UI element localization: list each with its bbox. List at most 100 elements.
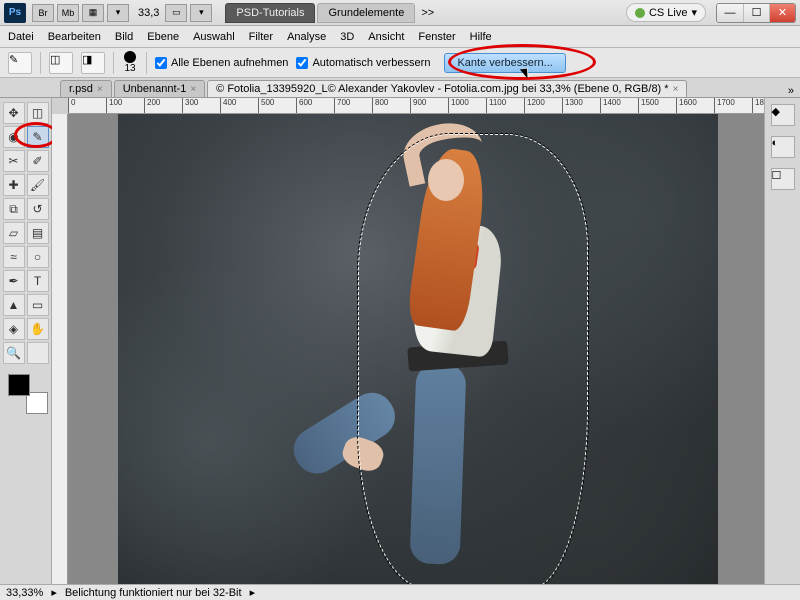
checkbox-input[interactable] (296, 57, 308, 69)
foreground-color[interactable] (8, 374, 30, 396)
refine-edge-button[interactable]: Kante verbessern... (444, 53, 565, 73)
document-tabs: r.psd× Unbenannt-1× © Fotolia_13395920_L… (0, 78, 800, 98)
close-button[interactable]: ✕ (769, 4, 795, 22)
menu-hilfe[interactable]: Hilfe (470, 31, 492, 43)
menu-analyse[interactable]: Analyse (287, 31, 326, 43)
bridge-button[interactable]: Br (32, 4, 54, 22)
window-controls: ― ☐ ✕ (716, 3, 796, 23)
tool-quick-select[interactable]: ✎ (27, 126, 49, 148)
doc-tab-active[interactable]: © Fotolia_13395920_L© Alexander Yakovlev… (207, 80, 687, 97)
view-extras-button[interactable]: ▭ (165, 4, 187, 22)
menu-fenster[interactable]: Fenster (418, 31, 455, 43)
status-message: Belichtung funktioniert nur bei 32-Bit (65, 587, 242, 599)
minibridge-button[interactable]: Mb (57, 4, 79, 22)
tool-3d[interactable]: ◈ (3, 318, 25, 340)
options-bar: ✎ ◫ ◨ 13 Alle Ebenen aufnehmen Automatis… (0, 48, 800, 78)
sample-all-layers-checkbox[interactable]: Alle Ebenen aufnehmen (155, 57, 288, 69)
tool-heal[interactable]: ✚ (3, 174, 25, 196)
tool-dodge[interactable]: ○ (27, 246, 49, 268)
tool-history-brush[interactable]: ↺ (27, 198, 49, 220)
cs-live-button[interactable]: CS Live ▾ (626, 3, 706, 22)
ruler-tick: 1300 (562, 98, 583, 114)
tool-eraser[interactable]: ▱ (3, 222, 25, 244)
close-icon[interactable]: × (97, 84, 103, 95)
ruler-tick: 300 (182, 98, 198, 114)
doc-tab[interactable]: Unbenannt-1× (114, 80, 205, 97)
tool-gradient[interactable]: ▤ (27, 222, 49, 244)
separator (146, 52, 147, 74)
status-zoom[interactable]: 33,33% (6, 587, 43, 599)
ruler-tick: 1600 (676, 98, 697, 114)
color-swatches[interactable] (8, 374, 48, 414)
maximize-button[interactable]: ☐ (743, 4, 769, 22)
ruler-tick: 1100 (486, 98, 506, 114)
menu-bearbeiten[interactable]: Bearbeiten (48, 31, 101, 43)
chevron-right-icon[interactable]: ▸ (250, 586, 256, 599)
close-icon[interactable]: × (673, 84, 679, 95)
zoom-level[interactable]: 33,3 (138, 7, 159, 19)
menu-3d[interactable]: 3D (340, 31, 354, 43)
ruler-vertical (52, 114, 68, 584)
view-proof-button[interactable]: ▾ (190, 4, 212, 22)
tool-hand[interactable]: ✋ (27, 318, 49, 340)
ruler-tick: 1000 (448, 98, 469, 114)
workspace-expand[interactable]: >> (421, 7, 434, 19)
tab-overflow-icon[interactable]: » (788, 85, 794, 97)
add-selection-button[interactable]: ◨ (81, 52, 105, 74)
checkbox-label: Automatisch verbessern (312, 57, 430, 69)
menu-bild[interactable]: Bild (115, 31, 133, 43)
tool-empty (27, 342, 49, 364)
chevron-right-icon[interactable]: ▸ (51, 586, 57, 599)
doc-tab-label: Unbenannt-1 (123, 83, 187, 95)
menu-ebene[interactable]: Ebene (147, 31, 179, 43)
cs-live-label: CS Live (649, 7, 688, 19)
ruler-tick: 1800 (752, 98, 764, 114)
arrange-button[interactable]: ▾ (107, 4, 129, 22)
layers-panel-icon[interactable]: ☐ (771, 168, 795, 190)
ruler-tick: 800 (372, 98, 388, 114)
ruler-tick: 1200 (524, 98, 545, 114)
minimize-button[interactable]: ― (717, 4, 743, 22)
separator (113, 52, 114, 74)
ruler-tick: 400 (220, 98, 236, 114)
doc-tab[interactable]: r.psd × (60, 80, 112, 97)
canvas-area: 0100200300400500600700800900100011001200… (52, 98, 764, 584)
tool-rect-marquee[interactable]: ◫ (27, 102, 49, 124)
tool-blur[interactable]: ≈ (3, 246, 25, 268)
tool-shape[interactable]: ▭ (27, 294, 49, 316)
menu-datei[interactable]: Datei (8, 31, 34, 43)
tool-lasso[interactable]: ◉ (3, 126, 25, 148)
ruler-tick: 600 (296, 98, 312, 114)
tool-zoom[interactable]: 🔍 (3, 342, 25, 364)
tool-crop[interactable]: ✂ (3, 150, 25, 172)
ruler-tick: 900 (410, 98, 426, 114)
swatches-panel-icon[interactable]: ◆ (771, 104, 795, 126)
workspace-tab-tutorials[interactable]: PSD-Tutorials (225, 3, 315, 23)
tool-eyedropper[interactable]: ✐ (27, 150, 49, 172)
menu-auswahl[interactable]: Auswahl (193, 31, 235, 43)
doc-tab-label: r.psd (69, 83, 93, 95)
menu-filter[interactable]: Filter (249, 31, 273, 43)
tool-brush[interactable]: 🖌 (27, 174, 49, 196)
app-logo: Ps (4, 3, 26, 23)
canvas[interactable] (68, 114, 764, 584)
menu-ansicht[interactable]: Ansicht (368, 31, 404, 43)
tool-path-select[interactable]: ▲ (3, 294, 25, 316)
screen-mode-button[interactable]: ▦ (82, 4, 104, 22)
auto-enhance-checkbox[interactable]: Automatisch verbessern (296, 57, 430, 69)
separator (40, 52, 41, 74)
ruler-tick: 700 (334, 98, 350, 114)
status-bar: 33,33% ▸ Belichtung funktioniert nur bei… (0, 584, 800, 600)
brush-preview-icon[interactable] (124, 51, 136, 63)
new-selection-button[interactable]: ◫ (49, 52, 73, 74)
workspace-tab-essentials[interactable]: Grundelemente (317, 3, 415, 23)
adjustments-panel-icon[interactable]: ◐ (771, 136, 795, 158)
tool-move[interactable]: ✥ (3, 102, 25, 124)
tool-stamp[interactable]: ⧉ (3, 198, 25, 220)
tool-type[interactable]: T (27, 270, 49, 292)
current-tool-icon[interactable]: ✎ (8, 52, 32, 74)
checkbox-input[interactable] (155, 57, 167, 69)
close-icon[interactable]: × (190, 84, 196, 95)
menu-bar: Datei Bearbeiten Bild Ebene Auswahl Filt… (0, 26, 800, 48)
tool-pen[interactable]: ✒ (3, 270, 25, 292)
